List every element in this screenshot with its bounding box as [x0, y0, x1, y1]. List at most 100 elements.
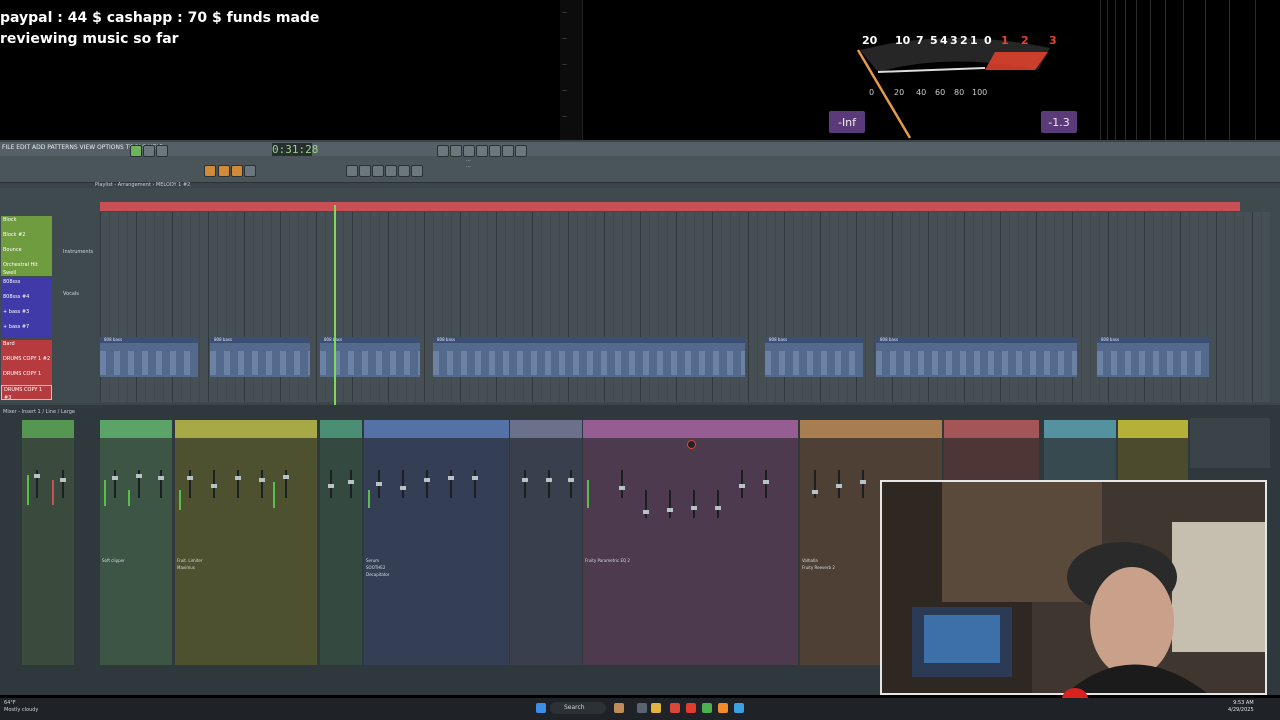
audio-clip[interactable]: 808 bass: [876, 337, 1077, 377]
pattern-item[interactable]: 808sss: [1, 278, 52, 293]
chrome-icon[interactable]: [702, 703, 712, 713]
windows-start-icon[interactable]: [536, 703, 546, 713]
volume-fader[interactable]: [376, 470, 382, 498]
volume-fader[interactable]: [643, 490, 649, 518]
tool-icon[interactable]: [346, 165, 358, 177]
widgets-icon[interactable]: [614, 703, 624, 713]
volume-fader[interactable]: [715, 490, 721, 518]
volume-fader[interactable]: [691, 490, 697, 518]
tool-icon[interactable]: [218, 165, 230, 177]
audio-clip[interactable]: 808 bass: [1097, 337, 1209, 377]
tool-icon[interactable]: [204, 165, 216, 177]
system-clock[interactable]: 9:53 AM 4/29/2025: [1228, 700, 1254, 714]
pattern-item[interactable]: Orchestral Hit Swell: [1, 261, 52, 276]
piano-roll-icon[interactable]: [463, 145, 475, 157]
pattern-item[interactable]: Block: [1, 216, 52, 231]
volume-fader[interactable]: [187, 470, 193, 498]
timeline-ruler[interactable]: [100, 202, 1240, 211]
record-button[interactable]: [156, 145, 168, 157]
mixer-track-header[interactable]: [944, 420, 1039, 438]
mixer-track-header[interactable]: [100, 420, 172, 438]
tool-icon[interactable]: [385, 165, 397, 177]
volume-fader[interactable]: [328, 470, 334, 498]
audio-clip[interactable]: 808 bass: [100, 337, 198, 377]
youtube-icon[interactable]: [686, 703, 696, 713]
pattern-item-selected[interactable]: DRUMS COPY 1 #3: [1, 385, 52, 401]
volume-fader[interactable]: [60, 470, 66, 498]
volume-fader[interactable]: [283, 470, 289, 498]
mixer-icon[interactable]: [476, 145, 488, 157]
spectrum-lines: [1095, 0, 1280, 140]
mixer-track-header[interactable]: [800, 420, 942, 438]
pattern-item[interactable]: Block #2: [1, 231, 52, 246]
pattern-item[interactable]: DRUMS COPY 1: [1, 370, 52, 385]
audio-clip[interactable]: 808 bass: [765, 337, 863, 377]
volume-fader[interactable]: [522, 470, 528, 498]
volume-fader[interactable]: [235, 470, 241, 498]
plugin-icon[interactable]: [515, 145, 527, 157]
task-view-icon[interactable]: [637, 703, 647, 713]
volume-fader[interactable]: [568, 470, 574, 498]
fl-studio-icon[interactable]: [718, 703, 728, 713]
mixer-track-header[interactable]: [175, 420, 317, 438]
volume-fader[interactable]: [259, 470, 265, 498]
tool-icon[interactable]: [231, 165, 243, 177]
pattern-item[interactable]: + bass #3: [1, 308, 52, 323]
pattern-item[interactable]: 808sss #4: [1, 293, 52, 308]
tool-icon[interactable]: [411, 165, 423, 177]
weather-widget[interactable]: 64°F Mostly cloudy: [4, 700, 38, 714]
volume-fader[interactable]: [860, 470, 866, 498]
pattern-item[interactable]: Bard: [1, 340, 52, 355]
mixer-track-header[interactable]: [320, 420, 362, 438]
playhead[interactable]: [334, 205, 336, 405]
volume-fader[interactable]: [424, 470, 430, 498]
tool-icon[interactable]: [372, 165, 384, 177]
tool-icon[interactable]: [244, 165, 256, 177]
volume-fader[interactable]: [136, 470, 142, 498]
pattern-item[interactable]: + bass #7: [1, 323, 52, 338]
app-icon[interactable]: [734, 703, 744, 713]
pattern-item[interactable]: Bounce: [1, 246, 52, 261]
volume-fader[interactable]: [836, 470, 842, 498]
volume-fader[interactable]: [448, 470, 454, 498]
tool-icon[interactable]: [359, 165, 371, 177]
mixer-track-header[interactable]: [1118, 420, 1188, 438]
volume-fader[interactable]: [158, 470, 164, 498]
mixer-track-header[interactable]: [22, 420, 74, 438]
peak-meter: [128, 490, 130, 506]
volume-fader[interactable]: [763, 470, 769, 498]
audio-clip[interactable]: 808 bass: [433, 337, 745, 377]
volume-fader[interactable]: [667, 490, 673, 518]
plugin-icon[interactable]: [502, 145, 514, 157]
playlist-icon[interactable]: [489, 145, 501, 157]
pattern-item[interactable]: DRUMS COPY 1 #2: [1, 355, 52, 370]
mixer-track-header[interactable]: [1044, 420, 1116, 438]
volume-fader[interactable]: [739, 470, 745, 498]
tool-icon[interactable]: [398, 165, 410, 177]
volume-fader[interactable]: [400, 470, 406, 498]
play-button[interactable]: [130, 145, 142, 157]
volume-fader[interactable]: [812, 470, 818, 498]
app-icon[interactable]: [670, 703, 680, 713]
vu-top-scale-0: 20: [862, 34, 878, 47]
volume-fader[interactable]: [348, 470, 354, 498]
mixer-track-header[interactable]: [364, 420, 509, 438]
mixer-track-header[interactable]: [510, 420, 582, 438]
stop-button[interactable]: [143, 145, 155, 157]
volume-fader[interactable]: [112, 470, 118, 498]
mixer-track-header[interactable]: [583, 420, 798, 438]
volume-fader[interactable]: [472, 470, 478, 498]
song-time-display[interactable]: 0:31:28: [272, 143, 318, 157]
volume-fader[interactable]: [34, 470, 40, 498]
volume-fader[interactable]: [546, 470, 552, 498]
taskbar-search[interactable]: Search: [550, 702, 606, 714]
volume-fader[interactable]: [619, 470, 625, 498]
volume-fader[interactable]: [211, 470, 217, 498]
browser-icon[interactable]: [437, 145, 449, 157]
mixer-group-yellow: Fruit. Limiter Maximus: [175, 420, 317, 665]
pan-knob[interactable]: [687, 440, 696, 449]
channel-rack-icon[interactable]: [450, 145, 462, 157]
file-explorer-icon[interactable]: [651, 703, 661, 713]
audio-clip[interactable]: 808 bass: [210, 337, 310, 377]
mixer-fx-panel[interactable]: [1190, 418, 1270, 468]
